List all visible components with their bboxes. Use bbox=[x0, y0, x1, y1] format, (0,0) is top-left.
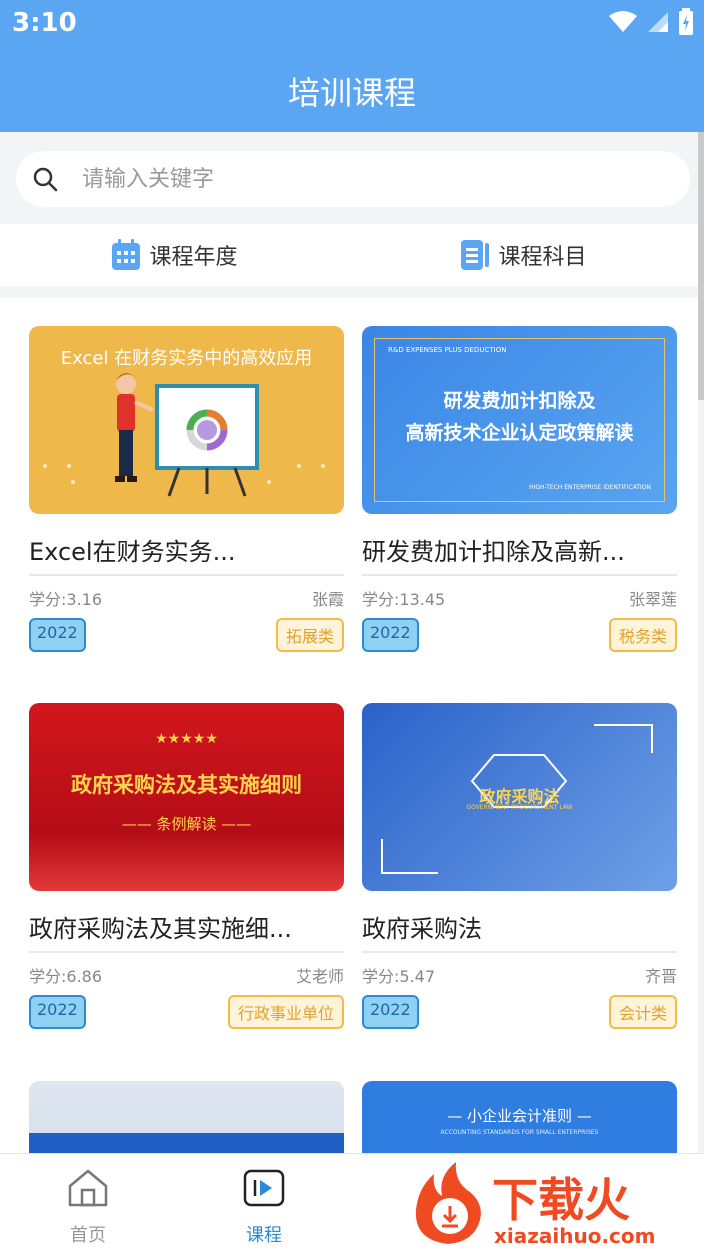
year-badge: 2022 bbox=[29, 995, 86, 1029]
thumbnail-subtitle: ACCOUNTING STANDARDS FOR SMALL ENTERPRIS… bbox=[440, 1129, 599, 1136]
course-teacher: 艾老师 bbox=[295, 967, 344, 986]
course-thumbnail: R&D EXPENSES PLUS DEDUCTION 研发费加计扣除及 高新技… bbox=[362, 326, 677, 514]
status-bar: 3:10 bbox=[0, 0, 704, 48]
course-teacher: 张翠莲 bbox=[628, 590, 677, 609]
scrollbar[interactable] bbox=[698, 132, 704, 400]
course-name: Excel在财务实务... bbox=[29, 538, 236, 566]
course-thumbnail: 政府采购法 GOVERNMENT PROCUREMENT LAW bbox=[362, 703, 677, 891]
course-thumbnail bbox=[29, 1081, 344, 1153]
course-credit: 学分:6.86 bbox=[29, 967, 103, 986]
tab-courses[interactable]: 课程 bbox=[204, 1168, 324, 1247]
status-time: 3:10 bbox=[12, 8, 77, 38]
tab-home-label: 首页 bbox=[70, 1225, 106, 1246]
filter-bar: 课程年度 课程科目 bbox=[0, 224, 698, 286]
calendar-icon bbox=[112, 239, 141, 270]
course-card[interactable]: 政府采购法 GOVERNMENT PROCUREMENT LAW 政府采购法 学… bbox=[362, 703, 677, 1029]
flame-logo-icon bbox=[415, 1162, 481, 1244]
thumbnail-line2: 高新技术企业认定政策解读 bbox=[405, 422, 634, 444]
course-credit: 学分:13.45 bbox=[362, 590, 446, 609]
thumbnail-footer: HIGH-TECH ENTERPRISE IDENTIFICATION bbox=[529, 484, 651, 491]
category-badge: 会计类 bbox=[608, 995, 677, 1029]
course-card[interactable] bbox=[29, 1081, 344, 1153]
search-section bbox=[0, 132, 704, 222]
category-badge: 拓展类 bbox=[275, 618, 344, 652]
watermark: 下载火 xiazaihuo.com bbox=[408, 1160, 698, 1250]
category-badge: 行政事业单位 bbox=[227, 995, 344, 1029]
watermark-url: xiazaihuo.com bbox=[494, 1224, 656, 1248]
course-name: 政府采购法及其实施细... bbox=[29, 915, 292, 943]
tab-courses-label: 课程 bbox=[246, 1225, 282, 1246]
search-input[interactable] bbox=[82, 161, 642, 197]
course-list: Excel 在财务实务中的高效应用 Excel在财务实务... 学分:3.16 … bbox=[0, 298, 698, 1153]
page-title: 培训课程 bbox=[287, 74, 416, 112]
course-name: 研发费加计扣除及高新... bbox=[362, 538, 625, 566]
thumbnail-kicker: R&D EXPENSES PLUS DEDUCTION bbox=[388, 346, 507, 354]
thumbnail-subtitle: —— 条例解读 —— bbox=[121, 815, 252, 833]
app-header: 3:10 培训课程 bbox=[0, 0, 704, 132]
course-card[interactable]: — 小企业会计准则 — ACCOUNTING STANDARDS FOR SMA… bbox=[362, 1081, 677, 1153]
list-icon bbox=[461, 240, 490, 270]
thumbnail-title: 政府采购法及其实施细则 bbox=[71, 773, 302, 797]
wifi-icon bbox=[609, 11, 637, 32]
year-badge: 2022 bbox=[29, 618, 86, 652]
course-credit: 学分:3.16 bbox=[29, 590, 103, 609]
tab-home[interactable]: 首页 bbox=[28, 1168, 148, 1247]
home-icon bbox=[68, 1169, 108, 1207]
presenter-illustration bbox=[43, 373, 325, 497]
cell-signal-icon bbox=[648, 12, 668, 32]
course-card[interactable]: R&D EXPENSES PLUS DEDUCTION 研发费加计扣除及 高新技… bbox=[362, 326, 677, 652]
search-icon bbox=[33, 167, 58, 192]
thumbnail-line1: 研发费加计扣除及 bbox=[443, 390, 596, 412]
course-credit: 学分:5.47 bbox=[362, 967, 436, 986]
play-icon bbox=[243, 1169, 285, 1207]
year-badge: 2022 bbox=[362, 995, 419, 1029]
course-thumbnail: Excel 在财务实务中的高效应用 bbox=[29, 326, 344, 514]
category-badge: 税务类 bbox=[608, 618, 677, 652]
filter-course-year-label: 课程年度 bbox=[149, 245, 238, 270]
course-card[interactable]: Excel 在财务实务中的高效应用 Excel在财务实务... 学分:3.16 … bbox=[29, 326, 344, 652]
search-box[interactable] bbox=[16, 151, 690, 207]
course-teacher: 齐晋 bbox=[644, 967, 677, 986]
filter-course-subject[interactable]: 课程科目 bbox=[349, 224, 698, 286]
year-badge: 2022 bbox=[362, 618, 419, 652]
course-thumbnail: ★★★★★ 政府采购法及其实施细则 —— 条例解读 —— bbox=[29, 703, 344, 891]
course-name: 政府采购法 bbox=[362, 915, 482, 943]
thumbnail-stars: ★★★★★ bbox=[155, 731, 218, 747]
filter-course-subject-label: 课程科目 bbox=[498, 245, 587, 270]
thumbnail-subtitle: GOVERNMENT PROCUREMENT LAW bbox=[466, 804, 573, 811]
filter-course-year[interactable]: 课程年度 bbox=[0, 224, 349, 286]
course-teacher: 张霞 bbox=[311, 590, 344, 609]
course-thumbnail: — 小企业会计准则 — ACCOUNTING STANDARDS FOR SMA… bbox=[362, 1081, 677, 1153]
thumbnail-title: — 小企业会计准则 — bbox=[447, 1107, 592, 1125]
course-card[interactable]: ★★★★★ 政府采购法及其实施细则 —— 条例解读 —— 政府采购法及其实施细.… bbox=[29, 703, 344, 1029]
watermark-brand: 下载火 bbox=[492, 1173, 630, 1227]
battery-icon bbox=[679, 8, 693, 35]
